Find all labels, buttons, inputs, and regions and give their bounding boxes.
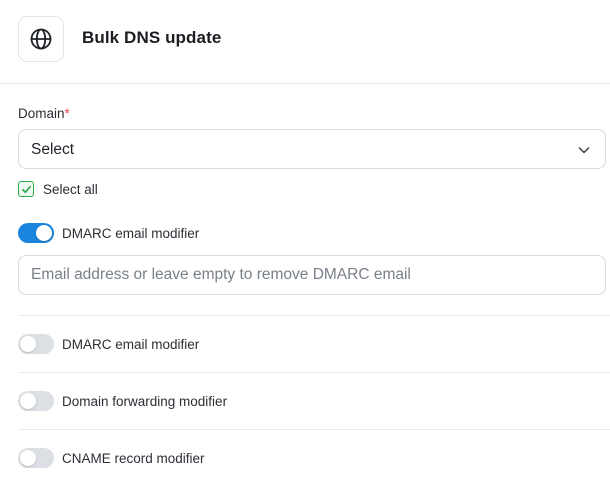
dmarc-email-toggle-2[interactable] — [18, 334, 54, 354]
toggle-knob — [20, 450, 36, 466]
select-all-checkbox[interactable] — [18, 181, 34, 197]
header-icon-box — [18, 16, 64, 62]
modifier-label: Domain forwarding modifier — [62, 393, 228, 409]
modifier-label: CNAME record modifier — [62, 450, 205, 466]
modifier-label: DMARC email modifier — [62, 336, 200, 352]
dmarc-email-toggle-1[interactable] — [18, 223, 54, 243]
domain-select[interactable]: Select — [18, 129, 606, 169]
modifier-row-dmarc-email-1: DMARC email modifier — [18, 223, 199, 243]
modifier-row-dmarc-email-2: DMARC email modifier — [18, 334, 199, 354]
modifier-row-cname-record: CNAME record modifier — [18, 448, 205, 468]
modifier-label: DMARC email modifier — [62, 225, 200, 241]
select-all-row[interactable]: Select all — [18, 181, 98, 197]
cname-record-toggle[interactable] — [18, 448, 54, 468]
required-marker: * — [64, 106, 70, 121]
modifier-row-domain-forwarding: Domain forwarding modifier — [18, 391, 227, 411]
divider — [18, 315, 610, 316]
page-title: Bulk DNS update — [82, 28, 222, 47]
divider — [18, 372, 610, 373]
select-all-label: Select all — [43, 181, 98, 197]
panel-header: Bulk DNS update — [0, 0, 610, 84]
domain-select-value: Select — [31, 141, 75, 158]
dmarc-email-input[interactable] — [18, 255, 606, 295]
toggle-knob — [36, 225, 52, 241]
toggle-knob — [20, 336, 36, 352]
chevron-down-icon — [578, 147, 590, 154]
globe-icon — [30, 28, 52, 50]
checkmark-icon — [21, 185, 31, 193]
domain-forwarding-toggle[interactable] — [18, 391, 54, 411]
divider — [18, 429, 610, 430]
domain-label: Domain* — [18, 106, 70, 121]
toggle-knob — [20, 393, 36, 409]
bulk-dns-update-panel: Bulk DNS update Domain* Select Select al… — [0, 0, 610, 490]
domain-label-text: Domain — [18, 106, 65, 121]
